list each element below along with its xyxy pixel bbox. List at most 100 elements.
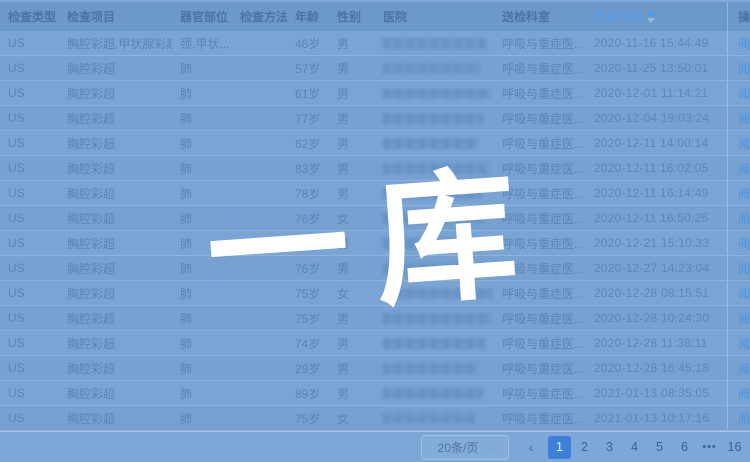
hospital-redacted-block xyxy=(383,213,484,224)
view-film-link[interactable]: 阅片 xyxy=(738,335,750,352)
table-row: US胸腔彩超,甲状腺彩超颈,甲状...46岁男呼吸与重症医...2020-11-… xyxy=(0,31,750,56)
view-film-link[interactable]: 阅片 xyxy=(738,35,750,52)
view-film-link[interactable]: 阅片 xyxy=(738,360,750,377)
cell-action: 阅片 xyxy=(727,31,750,55)
cell-gender: 女 xyxy=(329,206,375,230)
cell-hospital xyxy=(375,306,494,330)
cell-gender: 男 xyxy=(329,381,375,405)
cell-method xyxy=(232,406,287,430)
column-header-exam_type: 检查类型 xyxy=(0,2,59,31)
cell-age: 76岁 xyxy=(287,206,329,230)
hospital-redacted-block xyxy=(383,313,491,324)
view-film-link[interactable]: 阅片 xyxy=(738,235,750,252)
column-header-hospital: 医院 xyxy=(375,2,494,31)
cell-exam_type: US xyxy=(0,356,59,380)
page-size-select[interactable]: 20条/页 xyxy=(421,435,509,460)
cell-organ: 肺 xyxy=(172,131,232,155)
cell-exam_item: 胸腔彩超 xyxy=(59,56,172,80)
cell-exam_time: 2020-12-28 08:15:51 xyxy=(586,281,727,305)
column-header-exam_time[interactable]: 检查时间 xyxy=(586,2,727,31)
table-body: US胸腔彩超,甲状腺彩超颈,甲状...46岁男呼吸与重症医...2020-11-… xyxy=(0,31,750,431)
page-button-4[interactable]: 4 xyxy=(623,436,646,459)
page-button-3[interactable]: 3 xyxy=(598,436,621,459)
cell-department: 呼吸与重症医... xyxy=(494,231,586,255)
cell-method xyxy=(232,256,287,280)
cell-organ: 肺 xyxy=(172,381,232,405)
view-film-link[interactable]: 阅片 xyxy=(738,85,750,102)
cell-gender: 男 xyxy=(329,131,375,155)
view-film-link[interactable]: 阅片 xyxy=(738,260,750,277)
chevron-down-icon xyxy=(485,441,495,451)
view-film-link[interactable]: 阅片 xyxy=(738,60,750,77)
page-ellipsis[interactable]: ••• xyxy=(698,436,721,459)
cell-exam_type: US xyxy=(0,31,59,55)
cell-hospital xyxy=(375,81,494,105)
view-film-link[interactable]: 阅片 xyxy=(738,385,750,402)
cell-department: 呼吸与重症医... xyxy=(494,256,586,280)
table-row: US胸腔彩超肺78岁男呼吸与重症医...2020-12-11 16:14:49阅… xyxy=(0,181,750,206)
view-film-link[interactable]: 阅片 xyxy=(738,160,750,177)
view-film-link[interactable]: 阅片 xyxy=(738,285,750,302)
cell-hospital xyxy=(375,181,494,205)
cell-gender: 男 xyxy=(329,306,375,330)
cell-age: 57岁 xyxy=(287,56,329,80)
page-button-6[interactable]: 6 xyxy=(673,436,696,459)
view-film-link[interactable]: 阅片 xyxy=(738,135,750,152)
view-film-link[interactable]: 阅片 xyxy=(738,310,750,327)
view-film-link[interactable]: 阅片 xyxy=(738,410,750,427)
column-header-label: 操作 xyxy=(738,8,750,25)
page-button-2[interactable]: 2 xyxy=(573,436,596,459)
cell-exam_item: 胸腔彩超 xyxy=(59,81,172,105)
cell-exam_type: US xyxy=(0,81,59,105)
prev-page-button[interactable]: ‹ xyxy=(522,435,540,459)
table-row: US胸腔彩超肺77岁男呼吸与重症医...2020-12-04 19:03:24阅… xyxy=(0,106,750,131)
page-button-16[interactable]: 16 xyxy=(723,436,746,459)
cell-exam_item: 胸腔彩超 xyxy=(59,206,172,230)
cell-age: 77岁 xyxy=(287,106,329,130)
page-button-1[interactable]: 1 xyxy=(548,436,571,459)
view-film-link[interactable]: 阅片 xyxy=(738,185,750,202)
cell-hospital xyxy=(375,356,494,380)
view-film-link[interactable]: 阅片 xyxy=(738,210,750,227)
cell-hospital xyxy=(375,231,494,255)
cell-exam_type: US xyxy=(0,331,59,355)
cell-organ: 肺 xyxy=(172,56,232,80)
sort-caret-icon[interactable] xyxy=(647,11,655,23)
cell-exam_type: US xyxy=(0,106,59,130)
cell-age: 66岁 xyxy=(287,231,329,255)
cell-hospital xyxy=(375,381,494,405)
page-buttons: 123456•••16 xyxy=(547,436,747,459)
cell-exam_time: 2020-12-11 14:00:14 xyxy=(586,131,727,155)
cell-department: 呼吸与重症医... xyxy=(494,156,586,180)
cell-method xyxy=(232,106,287,130)
cell-exam_time: 2020-12-11 16:14:49 xyxy=(586,181,727,205)
cell-hospital xyxy=(375,281,494,305)
cell-organ: 肺 xyxy=(172,106,232,130)
sort-desc-icon xyxy=(647,18,655,23)
table-row: US胸腔彩超肺62岁男呼吸与重症医...2020-12-11 14:00:14阅… xyxy=(0,131,750,156)
column-header-label: 检查方法 xyxy=(240,8,287,25)
cell-action: 阅片 xyxy=(727,206,750,230)
cell-exam_time: 2020-12-11 16:50:25 xyxy=(586,206,727,230)
cell-department: 呼吸与重症医... xyxy=(494,331,586,355)
view-film-link[interactable]: 阅片 xyxy=(738,110,750,127)
hospital-redacted-block xyxy=(383,288,493,299)
cell-age: 46岁 xyxy=(287,31,329,55)
cell-action: 阅片 xyxy=(727,406,750,430)
column-header-label: 检查时间 xyxy=(594,8,642,25)
cell-organ: 颈,甲状... xyxy=(172,31,232,55)
hospital-redacted-block xyxy=(383,338,485,349)
cell-hospital xyxy=(375,406,494,430)
table-row: US胸腔彩超肺75岁女呼吸与重症医...2021-01-13 10:17:16阅… xyxy=(0,406,750,431)
cell-action: 阅片 xyxy=(727,281,750,305)
cell-gender: 男 xyxy=(329,106,375,130)
table-header-row: 检查类型检查项目器官部位检查方法年龄性别医院送检科室检查时间操作 xyxy=(0,0,750,31)
cell-exam_type: US xyxy=(0,381,59,405)
cell-method xyxy=(232,281,287,305)
cell-department: 呼吸与重症医... xyxy=(494,356,586,380)
page-button-5[interactable]: 5 xyxy=(648,436,671,459)
table-row: US胸腔彩超肺66岁男呼吸与重症医...2020-12-21 15:10:33阅… xyxy=(0,231,750,256)
cell-age: 75岁 xyxy=(287,306,329,330)
cell-department: 呼吸与重症医... xyxy=(494,306,586,330)
cell-method xyxy=(232,31,287,55)
